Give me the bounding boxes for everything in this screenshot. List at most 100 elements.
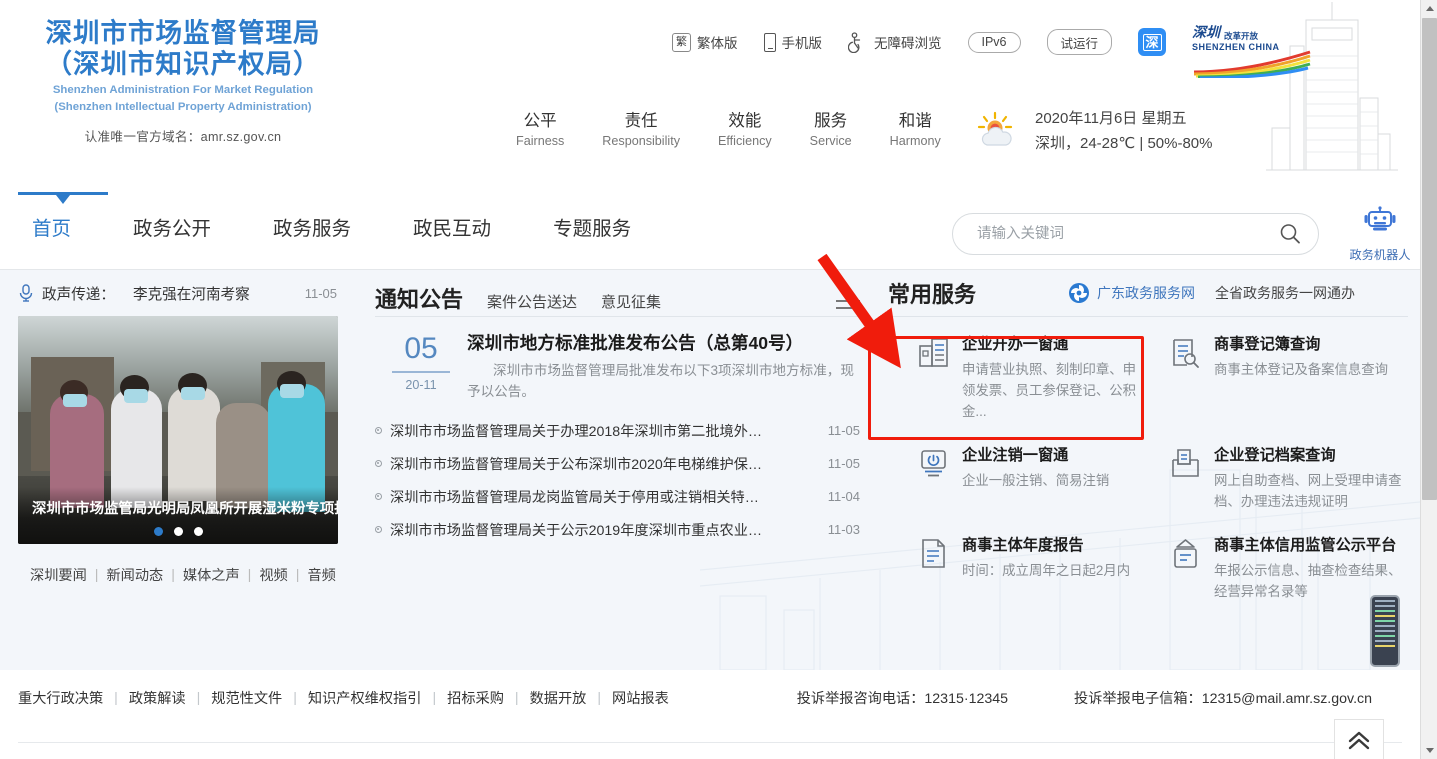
link-audio[interactable]: 音频 [307, 565, 335, 585]
nav-item-special-services[interactable]: 专题服务 [553, 212, 631, 241]
featured-year-month: 20-11 [375, 378, 467, 392]
service-name[interactable]: 商事主体信用监管公示平台 [1214, 536, 1402, 556]
carousel-photo-mask [63, 394, 87, 408]
weather-widget: 2020年11月6日 星期五 深圳，24-28℃ | 50%-80% [975, 106, 1212, 156]
announcement-title[interactable]: 深圳市市场监督管理局关于公布深圳市2020年电梯维护保养... [390, 454, 770, 474]
announcement-title[interactable]: 深圳市市场监督管理局关于公示2019年度深圳市重点农业龙... [390, 520, 770, 540]
traditional-chinese-switch[interactable]: 繁 繁体版 [672, 32, 738, 52]
search-icon[interactable] [1278, 222, 1302, 246]
voice-delivery-title[interactable]: 李克强在河南考察 [133, 283, 250, 304]
tab-opinion-collection[interactable]: 意见征集 [601, 291, 661, 314]
service-name[interactable]: 商事登记簿查询 [1214, 335, 1388, 355]
news-carousel[interactable]: 深圳市市场监管局光明局凤凰所开展湿米粉专项抽检... [18, 316, 338, 544]
value-service: 服务 Service [810, 110, 852, 150]
link-media-voice[interactable]: 媒体之声 [183, 565, 240, 585]
service-item-annual-report[interactable]: 商事主体年度报告 时间：成立周年之日起2月内 [888, 524, 1148, 614]
i-shenzhen-app-icon[interactable]: 深 [1138, 28, 1166, 56]
list-item[interactable]: 深圳市市场监督管理局关于公布深圳市2020年电梯维护保养... 11-05 [375, 447, 860, 480]
government-robot-entry[interactable]: 政务机器人 [1349, 206, 1411, 263]
carousel-photo-mask [280, 384, 304, 398]
scrollbar-thumb[interactable] [1422, 18, 1437, 500]
nav-active-caret-icon [56, 195, 70, 204]
hamburger-more-icon[interactable] [836, 300, 860, 314]
back-to-top-button[interactable] [1334, 719, 1384, 759]
list-item[interactable]: 深圳市市场监督管理局龙岗监管局关于停用或注销相关特种... 11-04 [375, 480, 860, 513]
footer-link-site-reports[interactable]: 网站报表 [612, 688, 669, 708]
announcement-date: 11-04 [828, 489, 860, 504]
accessibility-icon [848, 32, 868, 53]
link-shenzhen-headlines[interactable]: 深圳要闻 [30, 565, 87, 585]
value-cn: 公平 [516, 110, 564, 132]
divider: | [515, 690, 519, 706]
page-root: 深圳市市场监督管理局 （深圳市知识产权局） Shenzhen Administr… [0, 0, 1420, 759]
announcement-title[interactable]: 深圳市市场监督管理局关于办理2018年深圳市第二批境外商... [390, 421, 770, 441]
ipv6-badge[interactable]: IPv6 [968, 32, 1021, 53]
utility-bar: 繁 繁体版 手机版 无障碍浏览 IPv6 试运行 深 [672, 28, 1166, 56]
list-item[interactable]: 深圳市市场监督管理局关于办理2018年深圳市第二批境外商... 11-05 [375, 414, 860, 447]
mobile-version-link[interactable]: 手机版 [764, 32, 823, 52]
nav-item-citizen-interaction[interactable]: 政民互动 [413, 212, 491, 241]
voice-delivery-row: 政声传递： 李克强在河南考察 11-05 [18, 270, 337, 316]
scroll-up-arrow-icon[interactable] [1421, 0, 1437, 17]
service-item-registration-archive-query[interactable]: 企业登记档案查询 网上自助查档、网上受理申请查档、办理违法违规证明 [1148, 434, 1408, 524]
site-logo[interactable]: 深圳市市场监督管理局 （深圳市知识产权局） Shenzhen Administr… [18, 18, 348, 145]
weather-detail: 深圳，24-28℃ | 50%-80% [1035, 131, 1212, 156]
carousel-dot-2[interactable] [174, 527, 183, 536]
value-efficiency: 效能 Efficiency [718, 110, 772, 150]
carousel-dot-1[interactable] [154, 527, 163, 536]
archive-box-icon [1170, 448, 1201, 479]
announcement-title[interactable]: 深圳市市场监督管理局龙岗监管局关于停用或注销相关特种... [390, 487, 770, 507]
value-responsibility: 责任 Responsibility [602, 110, 680, 150]
footer-link-open-data[interactable]: 数据开放 [530, 688, 587, 708]
service-item-business-registry-query[interactable]: 商事登记簿查询 商事主体登记及备案信息查询 [1148, 323, 1408, 434]
service-description: 商事主体登记及备案信息查询 [1214, 359, 1388, 380]
tab-case-announcement-delivery[interactable]: 案件公告送达 [487, 291, 577, 314]
sz-logo-cn: 深圳 [1192, 22, 1220, 42]
divider: | [197, 690, 201, 706]
voice-delivery-label: 政声传递： [42, 283, 115, 304]
bullet-icon [375, 427, 382, 434]
double-chevron-up-icon [1348, 730, 1370, 750]
service-name[interactable]: 商事主体年度报告 [962, 536, 1130, 556]
footer-link-normative-documents[interactable]: 规范性文件 [211, 688, 282, 708]
carousel-dot-3[interactable] [194, 527, 203, 536]
service-item-credit-supervision-platform[interactable]: 商事主体信用监管公示平台 年报公示信息、抽查检查结果、经营异常名录等 [1148, 524, 1408, 614]
link-news-updates[interactable]: 新闻动态 [106, 565, 163, 585]
footer-link-bidding-procurement[interactable]: 招标采购 [447, 688, 504, 708]
footer-link-policy-interpretation[interactable]: 政策解读 [129, 688, 186, 708]
service-item-business-deregistration-one-window[interactable]: 企业注销一窗通 企业一般注销、简易注销 [888, 434, 1148, 524]
nav-item-home[interactable]: 首页 [32, 212, 71, 241]
search-box[interactable] [952, 213, 1319, 255]
scroll-down-arrow-icon[interactable] [1421, 742, 1437, 759]
bullet-icon [375, 493, 382, 500]
list-item[interactable]: 深圳市市场监督管理局关于公示2019年度深圳市重点农业龙... 11-03 [375, 513, 860, 546]
footer-link-major-decisions[interactable]: 重大行政决策 [18, 688, 103, 708]
divider: | [114, 690, 118, 706]
service-name[interactable]: 企业注销一窗通 [962, 446, 1109, 466]
logo-title-line2: （深圳市知识产权局） [18, 48, 348, 80]
document-search-icon [1170, 337, 1201, 368]
divider: | [248, 567, 252, 583]
accessibility-link[interactable]: 无障碍浏览 [848, 32, 942, 53]
provincial-one-network-link[interactable]: 全省政务服务一网通办 [1215, 283, 1355, 303]
side-dock-widget[interactable] [1370, 595, 1400, 667]
value-en: Fairness [516, 132, 564, 150]
nav-item-government-affairs-disclosure[interactable]: 政务公开 [133, 212, 211, 241]
services-header: 常用服务 广东政务服务网 全省政务服务一网通办 [888, 270, 1408, 316]
announcement-date: 11-05 [828, 423, 860, 438]
link-video[interactable]: 视频 [259, 565, 287, 585]
service-name[interactable]: 企业登记档案查询 [1214, 446, 1402, 466]
value-cn: 责任 [602, 110, 680, 132]
divider: | [597, 690, 601, 706]
nav-item-government-services[interactable]: 政务服务 [273, 212, 351, 241]
footer-link-ip-rights-guide[interactable]: 知识产权维权指引 [308, 688, 422, 708]
rainbow-wing-icon [1192, 50, 1314, 78]
featured-title[interactable]: 深圳市地方标准批准发布公告（总第40号） [467, 331, 860, 355]
featured-announcement: 05 20-11 深圳市地方标准批准发布公告（总第40号） 深圳市市场监督管理局… [375, 317, 860, 410]
guangdong-service-link[interactable]: 广东政务服务网 [1097, 283, 1195, 303]
search-input[interactable] [975, 225, 1278, 243]
trial-run-badge[interactable]: 试运行 [1047, 29, 1113, 55]
divider: | [171, 567, 175, 583]
page-scrollbar[interactable] [1420, 0, 1437, 759]
main-content: 政声传递： 李克强在河南考察 11-05 [0, 270, 1420, 670]
